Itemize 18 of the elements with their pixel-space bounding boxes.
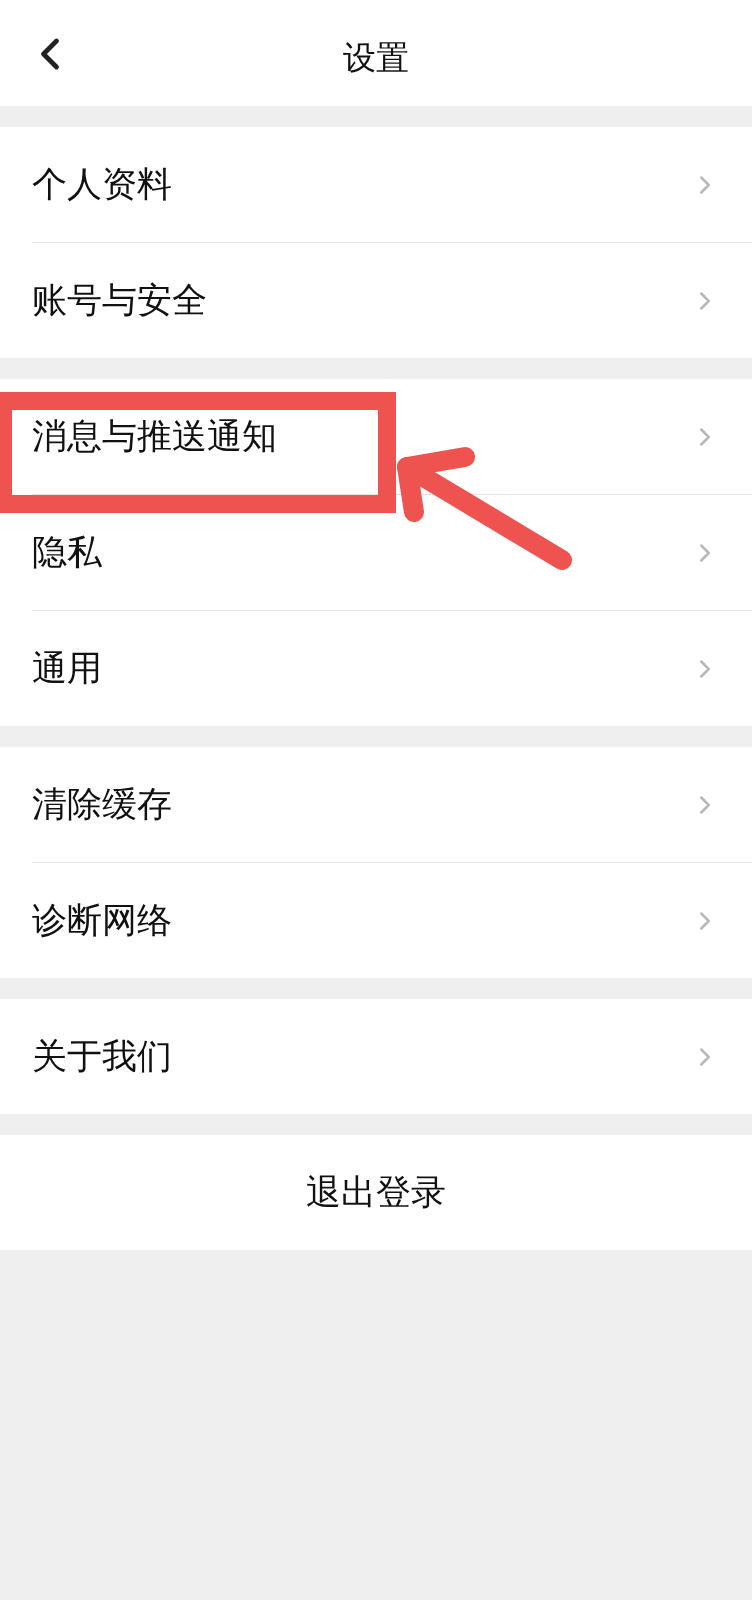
item-label: 清除缓存 bbox=[32, 783, 172, 826]
item-label: 隐私 bbox=[32, 531, 102, 574]
settings-item[interactable]: 消息与推送通知 bbox=[0, 379, 752, 494]
item-label: 消息与推送通知 bbox=[32, 415, 277, 458]
settings-item[interactable]: 通用 bbox=[0, 611, 752, 726]
settings-item[interactable]: 隐私 bbox=[0, 495, 752, 610]
item-label: 账号与安全 bbox=[32, 279, 207, 322]
settings-item[interactable]: 个人资料 bbox=[0, 127, 752, 242]
page-title: 设置 bbox=[343, 36, 409, 79]
logout-button[interactable]: 退出登录 bbox=[0, 1135, 752, 1250]
item-label: 通用 bbox=[32, 647, 102, 690]
settings-item[interactable]: 账号与安全 bbox=[0, 243, 752, 358]
settings-item[interactable]: 诊断网络 bbox=[0, 863, 752, 978]
settings-item[interactable]: 关于我们 bbox=[0, 999, 752, 1114]
item-label: 诊断网络 bbox=[32, 899, 172, 942]
item-label: 个人资料 bbox=[32, 163, 172, 206]
item-label: 关于我们 bbox=[32, 1035, 172, 1078]
settings-item[interactable]: 清除缓存 bbox=[0, 747, 752, 862]
